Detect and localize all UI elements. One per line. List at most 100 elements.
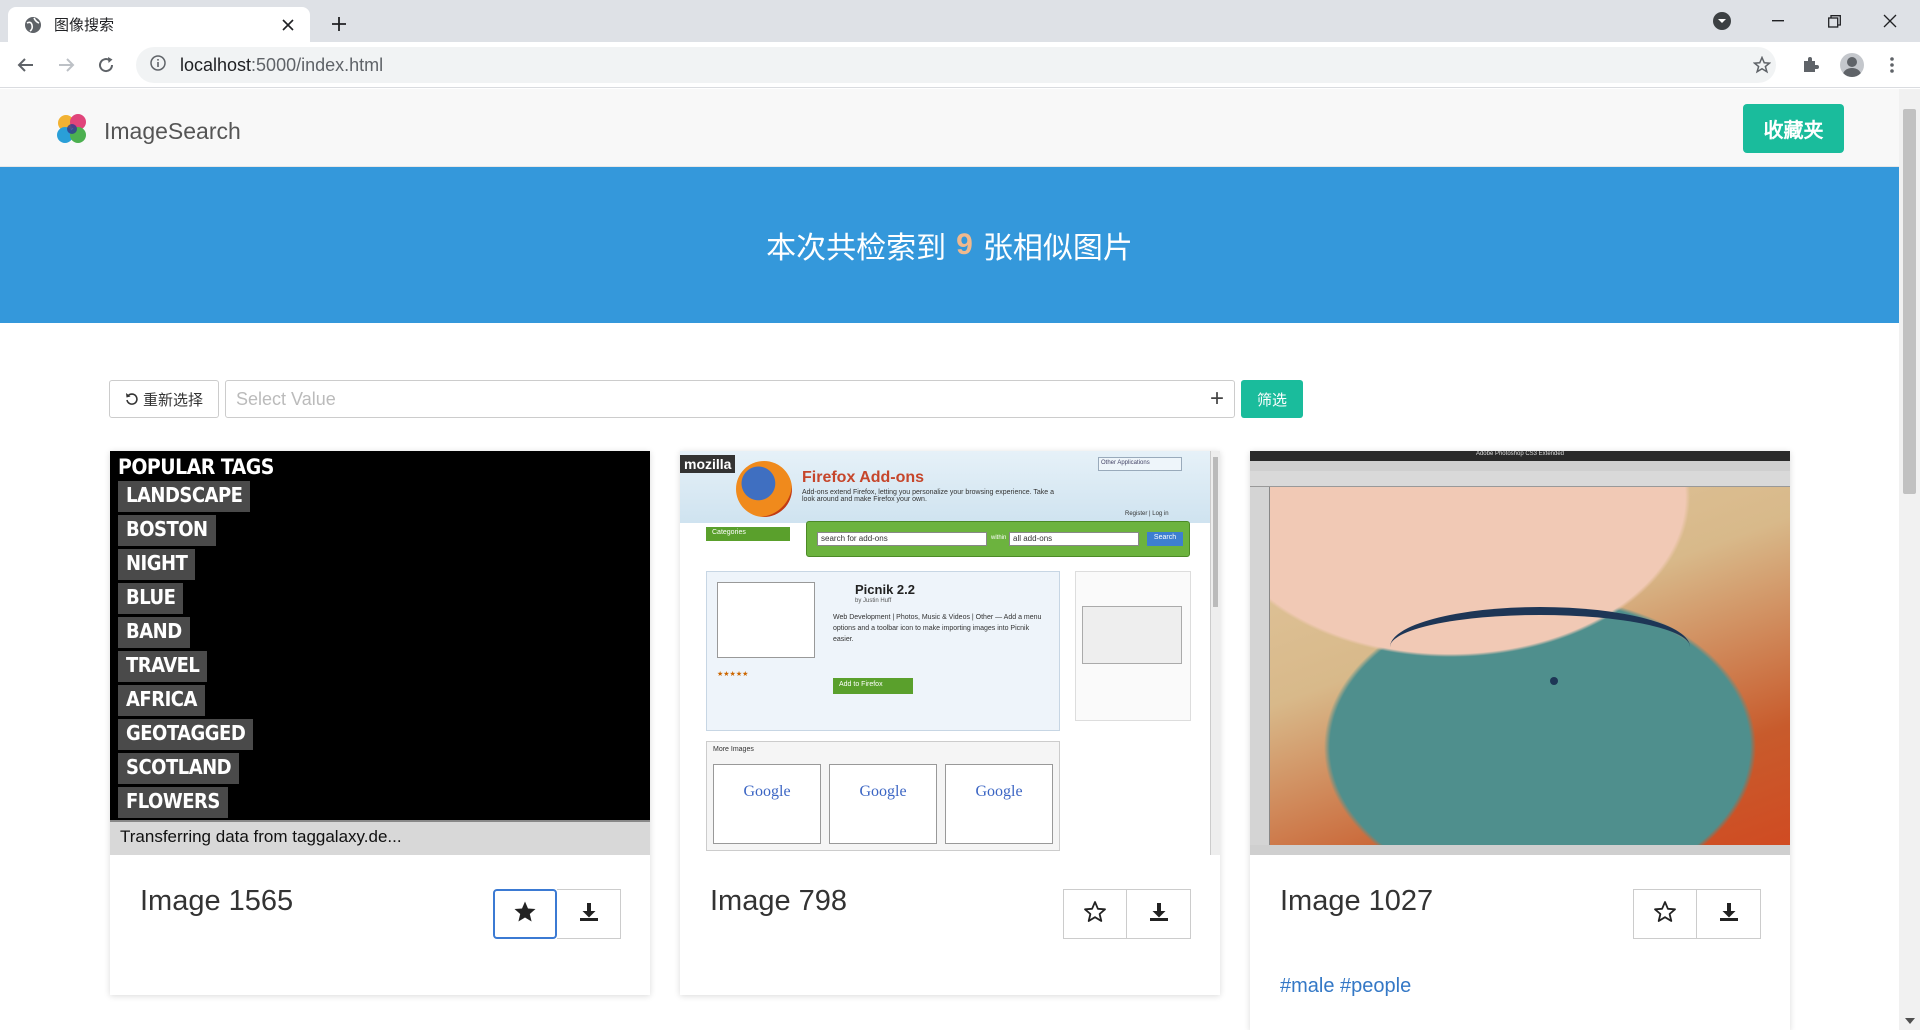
thumb-tag: FLOWERS bbox=[118, 787, 228, 818]
extensions-icon[interactable] bbox=[1794, 49, 1826, 81]
image-thumbnail[interactable]: Adobe Photoshop CS3 Extended bbox=[1250, 451, 1790, 855]
thumb-categories: Categories bbox=[706, 527, 790, 541]
card-actions bbox=[1633, 889, 1761, 939]
card-body: Image 798 bbox=[680, 855, 1220, 995]
close-icon[interactable] bbox=[278, 15, 298, 35]
back-arrow-icon[interactable] bbox=[10, 49, 42, 81]
download-button[interactable] bbox=[1127, 889, 1191, 939]
image-thumbnail[interactable]: POPULAR TAGS LANDSCAPE BOSTON NIGHT BLUE… bbox=[110, 451, 650, 855]
firefox-logo-icon bbox=[736, 461, 792, 517]
favorites-button[interactable]: 收藏夹 bbox=[1743, 104, 1844, 153]
thumb-tag: BAND bbox=[118, 617, 190, 648]
card-title: Image 1565 bbox=[140, 885, 294, 917]
thumb-review-box bbox=[1082, 606, 1182, 664]
thumb-other-apps: Other Applications bbox=[1098, 457, 1182, 471]
thumb-subtitle: Add-ons extend Firefox, letting you pers… bbox=[802, 489, 1055, 503]
download-icon bbox=[1149, 902, 1169, 927]
scrollbar-thumb[interactable] bbox=[1903, 109, 1916, 494]
result-banner: 本次共检索到 9 张相似图片 bbox=[0, 167, 1899, 323]
thumb-menubar bbox=[1250, 461, 1790, 471]
thumb-google-shot: Google bbox=[829, 764, 937, 844]
photoshop-screenshot: Adobe Photoshop CS3 Extended bbox=[1250, 451, 1790, 855]
thumb-scope: all add-ons bbox=[1009, 532, 1139, 546]
thumb-scrollbar bbox=[1210, 451, 1220, 855]
url-text: localhost:5000/index.html bbox=[180, 55, 383, 76]
favorite-button[interactable] bbox=[493, 889, 557, 939]
tab-search-icon[interactable] bbox=[1694, 0, 1750, 42]
favorite-button[interactable] bbox=[1633, 889, 1697, 939]
thumb-register: Register | Log in bbox=[1125, 511, 1169, 517]
thumb-google-shot: Google bbox=[945, 764, 1053, 844]
thumb-tag: LANDSCAPE bbox=[118, 481, 251, 512]
thumb-heading: POPULAR TAGS bbox=[118, 455, 274, 479]
card-title: Image 1027 bbox=[1280, 885, 1434, 917]
tab-title: 图像搜索 bbox=[54, 17, 115, 34]
tag-select-input[interactable]: Select Value + bbox=[225, 380, 1235, 418]
logo-icon bbox=[54, 111, 90, 152]
restore-icon[interactable] bbox=[1806, 0, 1862, 42]
globe-icon bbox=[24, 16, 42, 34]
select-placeholder: Select Value bbox=[236, 388, 336, 409]
thumb-shirt-button bbox=[1550, 677, 1558, 685]
thumb-search-button: Search bbox=[1147, 532, 1183, 546]
card-body: Image 1027 #male #people bbox=[1250, 855, 1790, 1030]
reset-button[interactable]: 重新选择 bbox=[109, 380, 219, 418]
card-title: Image 798 bbox=[710, 885, 848, 917]
add-icon[interactable]: + bbox=[1210, 387, 1224, 411]
thumb-addon-by: by Justin Huff bbox=[855, 598, 892, 604]
download-icon bbox=[1719, 902, 1739, 927]
image-card: POPULAR TAGS LANDSCAPE BOSTON NIGHT BLUE… bbox=[110, 451, 650, 995]
new-tab-icon[interactable] bbox=[325, 10, 353, 38]
image-card: mozilla Firefox Add-ons Add-ons extend F… bbox=[680, 451, 1220, 995]
url-host: localhost bbox=[180, 54, 252, 75]
thumb-addon-name: Picnik 2.2 bbox=[855, 582, 915, 597]
forward-arrow-icon[interactable] bbox=[50, 49, 82, 81]
thumb-tag: BLUE bbox=[118, 583, 184, 614]
thumb-tag: SCOTLAND bbox=[118, 753, 240, 784]
menu-dots-icon[interactable] bbox=[1876, 49, 1908, 81]
info-icon[interactable] bbox=[150, 54, 166, 76]
download-button[interactable] bbox=[1697, 889, 1761, 939]
browser-tabstrip: 图像搜索 bbox=[0, 0, 1920, 42]
url-path: :5000/index.html bbox=[251, 54, 384, 75]
thumb-optionsbar bbox=[1250, 471, 1790, 487]
card-tags[interactable]: #male #people bbox=[1280, 975, 1411, 998]
filter-button[interactable]: 筛选 bbox=[1241, 380, 1303, 418]
thumb-collar bbox=[1390, 607, 1690, 687]
scroll-down-arrow-icon[interactable] bbox=[1905, 1018, 1915, 1024]
thumb-within: within bbox=[991, 535, 1007, 541]
download-button[interactable] bbox=[557, 889, 621, 939]
card-body: Image 1565 bbox=[110, 855, 650, 995]
thumb-addon-panel: Picnik 2.2 by Justin Huff Web Developmen… bbox=[706, 571, 1060, 731]
thumb-tag: GEOTAGGED bbox=[118, 719, 254, 750]
firefox-addons-screenshot: mozilla Firefox Add-ons Add-ons extend F… bbox=[680, 451, 1220, 855]
thumb-addon-desc: Web Development | Photos, Music & Videos… bbox=[833, 614, 1042, 644]
star-outline-icon bbox=[1653, 900, 1677, 929]
reset-label: 重新选择 bbox=[142, 391, 203, 409]
browser-tab[interactable]: 图像搜索 bbox=[8, 7, 310, 42]
result-count: 9 bbox=[956, 228, 973, 261]
image-thumbnail[interactable]: mozilla Firefox Add-ons Add-ons extend F… bbox=[680, 451, 1220, 855]
thumb-painting bbox=[1270, 487, 1790, 845]
bookmark-star-icon[interactable] bbox=[1746, 49, 1778, 81]
profile-avatar-icon[interactable] bbox=[1836, 49, 1868, 81]
favorite-button[interactable] bbox=[1063, 889, 1127, 939]
thumb-side-panel bbox=[1075, 571, 1191, 721]
window-close-icon[interactable] bbox=[1862, 0, 1918, 42]
thumb-heading: Firefox Add-ons bbox=[802, 469, 925, 486]
tag-filter-bar: 重新选择 Select Value + 筛选 bbox=[109, 380, 1303, 418]
address-bar[interactable]: localhost:5000/index.html bbox=[136, 47, 1776, 83]
thumb-tag: BOSTON bbox=[118, 515, 216, 546]
thumb-rating-stars: ★★★★★ bbox=[717, 671, 749, 678]
reload-icon[interactable] bbox=[90, 49, 122, 81]
thumb-search-bar: search for add-ons within all add-ons Se… bbox=[806, 521, 1190, 557]
thumb-more-images: More Images Google Google Google bbox=[706, 741, 1060, 851]
browser-toolbar: localhost:5000/index.html bbox=[0, 42, 1920, 88]
minimize-icon[interactable] bbox=[1750, 0, 1806, 42]
star-outline-icon bbox=[1083, 900, 1107, 929]
star-filled-icon bbox=[513, 900, 537, 929]
thumb-search-field: search for add-ons bbox=[817, 532, 987, 546]
page-scrollbar[interactable] bbox=[1899, 89, 1920, 1030]
brand[interactable]: ImageSearch bbox=[54, 111, 241, 152]
top-navbar: ImageSearch 收藏夹 bbox=[0, 89, 1899, 167]
